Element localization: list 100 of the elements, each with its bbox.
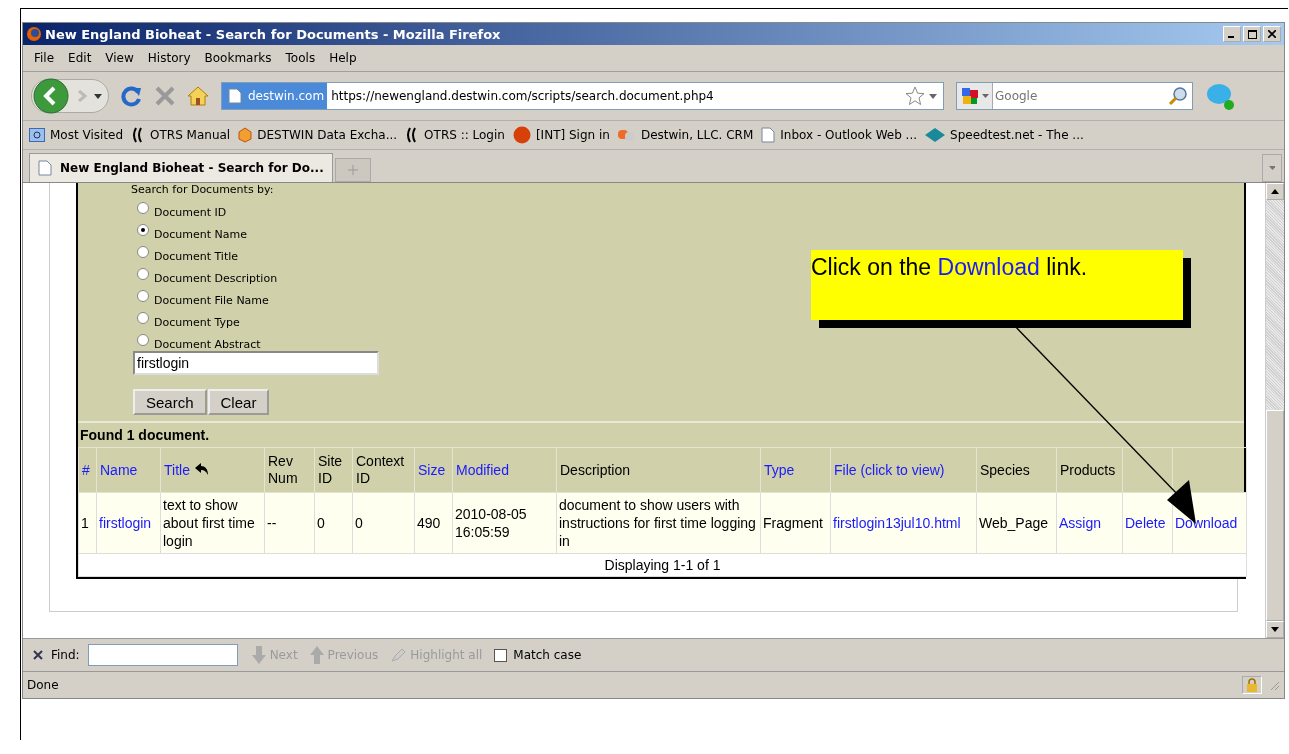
radio-label: Document Description bbox=[154, 272, 278, 285]
dropdown-icon[interactable] bbox=[929, 93, 937, 99]
up-arrow-icon bbox=[1271, 189, 1279, 194]
address-field[interactable]: destwin.com https://newengland.destwin.com/scripts/search.document.php4 bbox=[221, 82, 944, 110]
column-header[interactable]: Title bbox=[160, 447, 265, 493]
table-cell: 0 bbox=[314, 492, 353, 554]
callout-text: Click on the Download link. bbox=[811, 254, 1088, 280]
page-icon bbox=[228, 88, 242, 104]
page-icon bbox=[38, 160, 52, 176]
checkbox-label: Match case bbox=[513, 648, 582, 662]
down-arrow-icon bbox=[1271, 627, 1279, 632]
menu-item[interactable]: Tools bbox=[278, 51, 323, 65]
bookmark-item[interactable]: OTRS Manual bbox=[131, 127, 231, 143]
sort-arrow-icon bbox=[194, 462, 208, 475]
search-field[interactable]: Google bbox=[956, 82, 1193, 110]
radio-label: Document ID bbox=[154, 206, 227, 219]
menu-item[interactable]: Bookmarks bbox=[197, 51, 279, 65]
cube-icon bbox=[238, 127, 253, 143]
radio-button[interactable] bbox=[137, 268, 149, 280]
column-header: Rev Num bbox=[264, 447, 315, 493]
table-link[interactable]: Delete bbox=[1122, 492, 1173, 554]
bookmark-item[interactable]: Destwin, LLC. CRM bbox=[617, 128, 754, 142]
column-header: Site ID bbox=[314, 447, 353, 493]
status-text: Done bbox=[27, 678, 60, 692]
browser-tab[interactable]: New England Bioheat - Search for Do... bbox=[29, 153, 333, 182]
radio-button[interactable] bbox=[137, 334, 149, 346]
back-icon bbox=[32, 77, 70, 115]
form-button[interactable]: Clear bbox=[207, 389, 270, 415]
menu-item[interactable]: File bbox=[27, 51, 62, 65]
table-cell: 0 bbox=[352, 492, 415, 554]
form-button[interactable]: Search bbox=[133, 389, 207, 415]
scroll-thumb[interactable] bbox=[1266, 410, 1284, 621]
bookmark-item[interactable]: DESTWIN Data Excha... bbox=[238, 127, 398, 143]
download-link[interactable]: Download bbox=[937, 254, 1040, 280]
bookmark-item[interactable]: OTRS :: Login bbox=[405, 127, 505, 143]
tab-list-button[interactable] bbox=[1262, 154, 1282, 182]
radio-button[interactable] bbox=[137, 312, 149, 324]
star-icon[interactable] bbox=[905, 86, 925, 106]
column-header[interactable]: Type bbox=[760, 447, 831, 493]
page-icon bbox=[761, 127, 776, 143]
radio-label: Document Abstract bbox=[154, 338, 261, 351]
radio-button[interactable] bbox=[137, 202, 149, 214]
radio-label: Document Name bbox=[154, 228, 247, 241]
column-header[interactable]: Modified bbox=[452, 447, 557, 493]
radio-button[interactable] bbox=[137, 224, 149, 236]
diamond-icon bbox=[925, 128, 946, 142]
table-cell: document to show users with instructions for first time logging in bbox=[556, 492, 761, 554]
folder-icon bbox=[29, 128, 45, 142]
bookmark-label: [INT] Sign in bbox=[535, 128, 610, 142]
column-header[interactable]: Name bbox=[96, 447, 161, 493]
vertical-scrollbar[interactable] bbox=[1265, 183, 1284, 638]
query-field[interactable]: firstlogin bbox=[133, 351, 379, 375]
menu-item[interactable]: Help bbox=[322, 51, 364, 65]
resize-grip-icon[interactable] bbox=[1268, 679, 1280, 691]
reload-icon[interactable] bbox=[121, 85, 143, 107]
menu-item[interactable]: View bbox=[98, 51, 141, 65]
table-link[interactable]: Assign bbox=[1056, 492, 1123, 554]
result-count: Found 1 document. bbox=[78, 421, 1244, 447]
checkbox[interactable] bbox=[494, 648, 508, 662]
radio-button[interactable] bbox=[137, 246, 149, 258]
column-header[interactable]: File (click to view) bbox=[830, 447, 977, 493]
bookmark-label: Most Visited bbox=[50, 128, 124, 142]
minimize-button[interactable] bbox=[1223, 26, 1241, 42]
menu-item[interactable]: History bbox=[140, 51, 198, 65]
site-identity-button[interactable]: destwin.com bbox=[222, 83, 328, 109]
search-icon[interactable] bbox=[1168, 86, 1188, 106]
bookmark-label: DESTWIN Data Excha... bbox=[257, 128, 398, 142]
radio-label: Document Type bbox=[154, 316, 240, 329]
menu-item[interactable]: Edit bbox=[61, 51, 99, 65]
radio-label: Document File Name bbox=[154, 294, 269, 307]
close-icon[interactable] bbox=[33, 650, 43, 660]
back-forward-control[interactable] bbox=[31, 79, 109, 113]
find-label: Find: bbox=[51, 648, 80, 662]
column-header[interactable]: Size bbox=[414, 447, 453, 493]
dropdown-icon bbox=[94, 93, 102, 99]
close-icon bbox=[1268, 30, 1276, 38]
bookmark-item[interactable]: Most Visited bbox=[29, 128, 124, 142]
bookmark-item[interactable]: [INT] Sign in bbox=[512, 126, 610, 144]
table-link[interactable]: firstlogin13jul10.html bbox=[830, 492, 977, 554]
column-header: Products bbox=[1056, 447, 1123, 493]
maximize-button[interactable] bbox=[1243, 26, 1261, 42]
close-button[interactable] bbox=[1263, 26, 1281, 42]
chat-bubble-icon[interactable] bbox=[1205, 81, 1235, 111]
table-cell: -- bbox=[264, 492, 315, 554]
stop-icon[interactable] bbox=[155, 86, 175, 106]
find-field[interactable] bbox=[87, 644, 238, 666]
search-engine-button[interactable] bbox=[957, 83, 993, 109]
window-title: New England Bioheat - Search for Documents - Mozilla Firefox bbox=[45, 26, 502, 42]
padlock-button[interactable] bbox=[1242, 676, 1262, 694]
ball-icon bbox=[512, 126, 531, 144]
table-link[interactable]: firstlogin bbox=[96, 492, 161, 554]
bookmark-item[interactable]: Inbox - Outlook Web ... bbox=[761, 127, 918, 143]
home-icon[interactable] bbox=[187, 86, 209, 106]
column-header[interactable]: # bbox=[78, 447, 97, 493]
radio-button[interactable] bbox=[137, 290, 149, 302]
url-text: https://newengland.destwin.com/scripts/search.document.php4 bbox=[331, 89, 715, 103]
down-arrow-icon bbox=[251, 646, 266, 664]
bookmark-item[interactable]: Speedtest.net - The ... bbox=[925, 128, 1084, 142]
bookmark-label: OTRS :: Login bbox=[424, 128, 505, 142]
radio-label: Document Title bbox=[154, 250, 239, 263]
